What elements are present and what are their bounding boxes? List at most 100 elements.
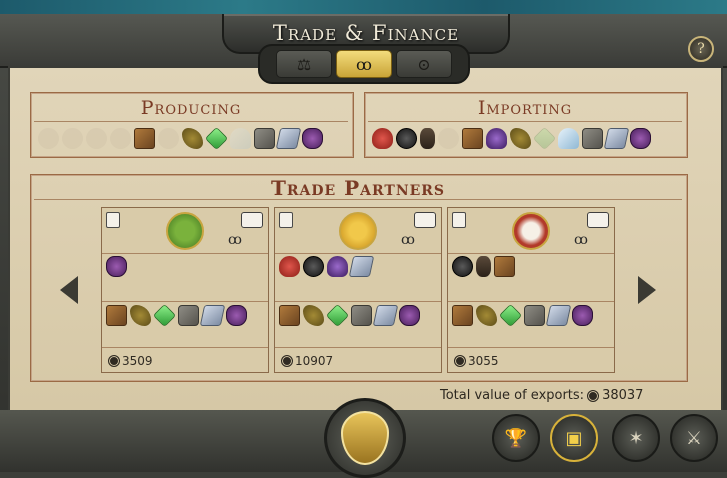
iron-icon[interactable] — [199, 305, 226, 326]
hemp-icon[interactable] — [476, 305, 497, 326]
wine-icon[interactable] — [302, 128, 323, 149]
partner-value-text: 3509 — [122, 354, 153, 368]
faction-shield-button[interactable] — [324, 398, 406, 478]
partner-exports — [279, 303, 420, 328]
timber-icon[interactable] — [462, 128, 483, 149]
card-divider — [275, 347, 441, 348]
goblet-icon: 🏆 — [504, 427, 528, 449]
previous-arrow-icon[interactable] — [60, 276, 78, 304]
salt-icon[interactable] — [230, 128, 251, 149]
coin-icon — [108, 355, 120, 367]
tool-icon[interactable] — [476, 256, 491, 277]
trade-routes-icon: ꝏ — [228, 232, 242, 248]
card-divider — [448, 347, 614, 348]
stone-icon[interactable] — [254, 128, 275, 149]
wine-icon[interactable] — [572, 305, 593, 326]
diplomacy-button[interactable]: 🏆 — [492, 414, 540, 462]
grain-icon[interactable] — [38, 128, 59, 149]
scroll-icon: ✶ — [628, 427, 644, 449]
leaf-icon[interactable] — [438, 128, 459, 149]
iron-icon[interactable] — [348, 256, 375, 277]
gem-icon[interactable] — [325, 303, 350, 328]
purple-dye-icon[interactable] — [327, 256, 348, 277]
importing-goods — [372, 126, 651, 151]
tab-trade[interactable]: ꝏ — [336, 50, 392, 78]
gem-icon[interactable] — [498, 303, 523, 328]
meat-icon[interactable] — [279, 256, 300, 277]
coal-icon[interactable] — [396, 128, 417, 149]
meat-icon[interactable] — [372, 128, 393, 149]
treasure-chest-icon — [241, 212, 263, 228]
partner-value-text: 3055 — [468, 354, 499, 368]
gem-icon[interactable] — [532, 126, 557, 151]
tab-trade-agreements[interactable]: ⚖ — [276, 50, 332, 78]
iron-icon[interactable] — [275, 128, 302, 149]
card-divider — [102, 301, 268, 302]
partner-trade-value: 3055 — [454, 354, 499, 368]
total-exports-value: 38037 — [602, 388, 644, 403]
timber-icon[interactable] — [279, 305, 300, 326]
partner-trade-value: 3509 — [108, 354, 153, 368]
tool-icon[interactable] — [420, 128, 435, 149]
iron-icon[interactable] — [603, 128, 630, 149]
faction-emblem-icon — [512, 212, 550, 250]
gem-icon[interactable] — [204, 126, 229, 151]
help-button[interactable]: ? — [688, 36, 714, 62]
leaf-icon[interactable] — [110, 128, 131, 149]
hemp-icon[interactable] — [303, 305, 324, 326]
faction-emblem-icon — [339, 212, 377, 250]
purple-dye-icon[interactable] — [486, 128, 507, 149]
scroll-icon: ⚖ — [296, 54, 312, 74]
stone-icon[interactable] — [524, 305, 545, 326]
timber-icon[interactable] — [106, 305, 127, 326]
gem-icon[interactable] — [152, 303, 177, 328]
hemp-icon[interactable] — [510, 128, 531, 149]
iron-icon[interactable] — [545, 305, 572, 326]
partner-card[interactable]: ꝏ 10907 — [274, 207, 442, 373]
partner-card[interactable]: ꝏ 3055 — [447, 207, 615, 373]
wine-icon[interactable] — [226, 305, 247, 326]
total-exports-label: Total value of exports: — [440, 388, 585, 403]
chest-icon: ▣ — [565, 427, 583, 449]
coal-icon[interactable] — [303, 256, 324, 277]
hemp-icon[interactable] — [182, 128, 203, 149]
idol-icon[interactable] — [86, 128, 107, 149]
timber-icon[interactable] — [494, 256, 515, 277]
settlement-icon — [452, 212, 466, 228]
coal-icon[interactable] — [452, 256, 473, 277]
card-divider — [102, 347, 268, 348]
producing-goods — [38, 126, 323, 151]
faction-emblem-icon — [166, 212, 204, 250]
pottery-icon[interactable] — [158, 128, 179, 149]
hemp-icon[interactable] — [130, 305, 151, 326]
stone-icon[interactable] — [178, 305, 199, 326]
war-button[interactable]: ⚔ — [670, 414, 718, 462]
wine-icon[interactable] — [399, 305, 420, 326]
timber-icon[interactable] — [452, 305, 473, 326]
trade-partners-divider — [34, 199, 682, 200]
timber-icon[interactable] — [134, 128, 155, 149]
partner-exports — [106, 303, 247, 328]
card-divider — [448, 301, 614, 302]
producing-divider — [34, 121, 348, 122]
stone-icon[interactable] — [351, 305, 372, 326]
coin-icon — [454, 355, 466, 367]
partner-card[interactable]: ꝏ 3509 — [101, 207, 269, 373]
wine-icon[interactable] — [106, 256, 127, 277]
stone-icon[interactable] — [582, 128, 603, 149]
card-divider — [275, 253, 441, 254]
tab-bar: ⚖ ꝏ ⊙ — [258, 44, 470, 84]
treasure-chest-icon — [414, 212, 436, 228]
wine-icon[interactable] — [630, 128, 651, 149]
treasure-chest-icon — [587, 212, 609, 228]
trade-button[interactable]: ▣ — [550, 414, 598, 462]
technology-button[interactable]: ✶ — [612, 414, 660, 462]
stone-disc-icon[interactable] — [62, 128, 83, 149]
tab-finance[interactable]: ⊙ — [396, 50, 452, 78]
next-arrow-icon[interactable] — [638, 276, 656, 304]
crossed-swords-icon: ⚔ — [685, 427, 703, 449]
salt-icon[interactable] — [558, 128, 579, 149]
iron-icon[interactable] — [372, 305, 399, 326]
trade-routes-icon: ꝏ — [574, 232, 588, 248]
shield-icon — [341, 411, 389, 465]
